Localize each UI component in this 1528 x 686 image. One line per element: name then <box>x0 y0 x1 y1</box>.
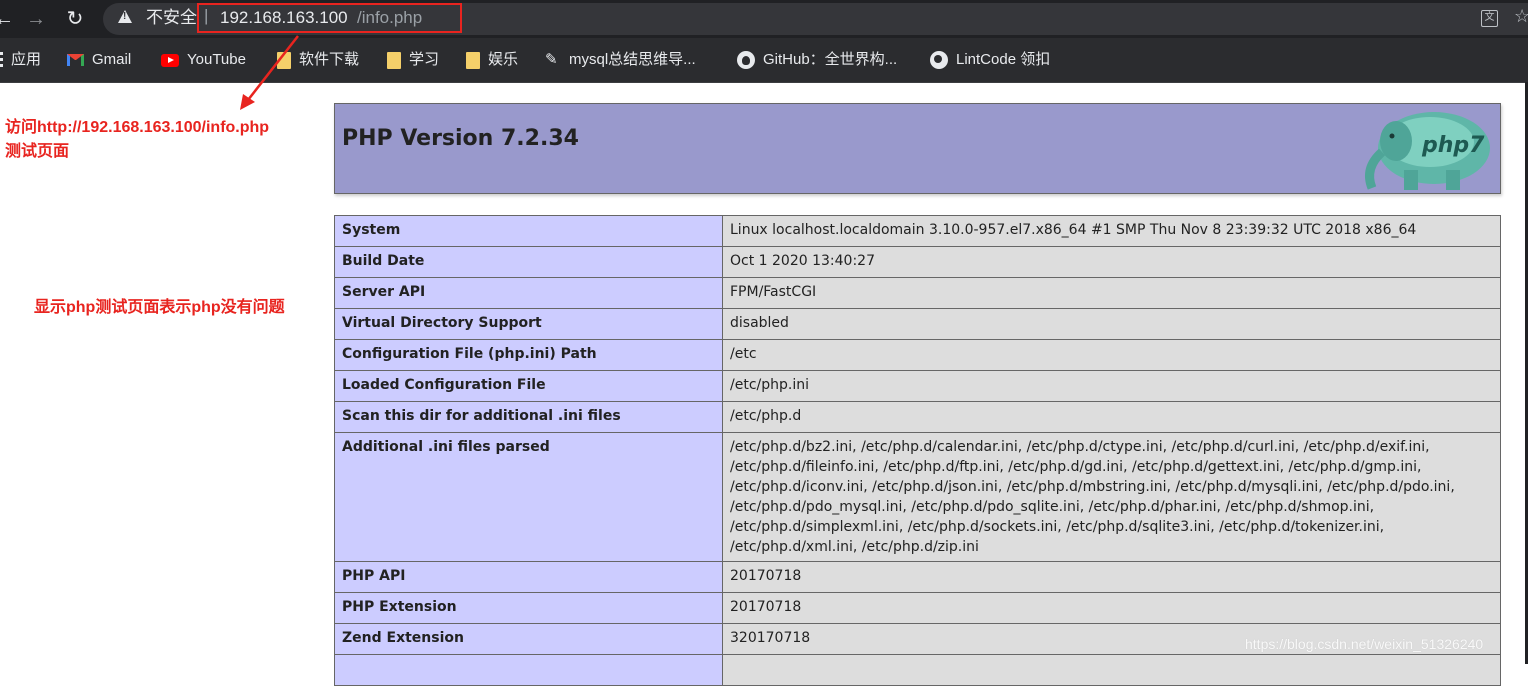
table-row: Configuration File (php.ini) Path /etc <box>334 339 1501 371</box>
row-key: Scan this dir for additional .ini files <box>334 401 723 433</box>
php-header: PHP Version 7.2.34 php7 <box>334 103 1501 194</box>
table-row: Build Date Oct 1 2020 13:40:27 <box>334 246 1501 278</box>
row-key: Configuration File (php.ini) Path <box>334 339 723 371</box>
row-key: Additional .ini files parsed <box>334 432 723 562</box>
row-value: 20170718 <box>722 592 1501 624</box>
row-value: /etc/php.d <box>722 401 1501 433</box>
row-key: System <box>334 215 723 247</box>
table-row <box>334 654 1501 686</box>
ini-files-line: /etc/php.d/pdo_mysql.ini, /etc/php.d/pdo… <box>730 499 1375 515</box>
row-value <box>722 654 1501 686</box>
watermark: https://blog.csdn.net/weixin_51326240 <box>1245 636 1484 652</box>
php-info-table: System Linux localhost.localdomain 3.10.… <box>334 215 1501 686</box>
annotation-visit-line1: 访问http://192.168.163.100/info.php <box>5 119 270 136</box>
ini-files-line: /etc/php.d/bz2.ini, /etc/php.d/calendar.… <box>730 439 1430 455</box>
row-key: PHP API <box>334 561 723 593</box>
table-row: PHP Extension 20170718 <box>334 592 1501 624</box>
php-logo-text: php7 <box>1421 133 1485 158</box>
table-row: Additional .ini files parsed /etc/php.d/… <box>334 432 1501 562</box>
ini-files-line: /etc/php.d/xml.ini, /etc/php.d/zip.ini <box>730 539 979 555</box>
table-row: System Linux localhost.localdomain 3.10.… <box>334 215 1501 247</box>
table-row: Server API FPM/FastCGI <box>334 277 1501 309</box>
php-elephant-logo[interactable]: php7 <box>1334 108 1494 192</box>
row-value: Linux localhost.localdomain 3.10.0-957.e… <box>722 215 1501 247</box>
row-key: Virtual Directory Support <box>334 308 723 340</box>
row-key: Zend Extension <box>334 623 723 655</box>
table-row: Virtual Directory Support disabled <box>334 308 1501 340</box>
annotation-visit-line2: 测试页面 <box>5 143 70 160</box>
row-value: /etc/php.ini <box>722 370 1501 402</box>
row-value: Oct 1 2020 13:40:27 <box>722 246 1501 278</box>
row-value: FPM/FastCGI <box>722 277 1501 309</box>
row-value: disabled <box>722 308 1501 340</box>
row-key <box>334 654 723 686</box>
row-key: PHP Extension <box>334 592 723 624</box>
table-row: Loaded Configuration File /etc/php.ini <box>334 370 1501 402</box>
table-row: Scan this dir for additional .ini files … <box>334 401 1501 433</box>
row-key: Loaded Configuration File <box>334 370 723 402</box>
row-value-multiline: /etc/php.d/bz2.ini, /etc/php.d/calendar.… <box>722 432 1501 562</box>
page-title: PHP Version 7.2.34 <box>342 126 579 151</box>
ini-files-line: /etc/php.d/fileinfo.ini, /etc/php.d/ftp.… <box>730 459 1422 475</box>
ini-files-line: /etc/php.d/iconv.ini, /etc/php.d/json.in… <box>730 479 1455 495</box>
row-value: 20170718 <box>722 561 1501 593</box>
row-key: Server API <box>334 277 723 309</box>
ini-files-line: /etc/php.d/simplexml.ini, /etc/php.d/soc… <box>730 519 1385 535</box>
annotation-result: 显示php测试页面表示php没有问题 <box>34 299 285 316</box>
row-key: Build Date <box>334 246 723 278</box>
table-row: PHP API 20170718 <box>334 561 1501 593</box>
row-value: /etc <box>722 339 1501 371</box>
